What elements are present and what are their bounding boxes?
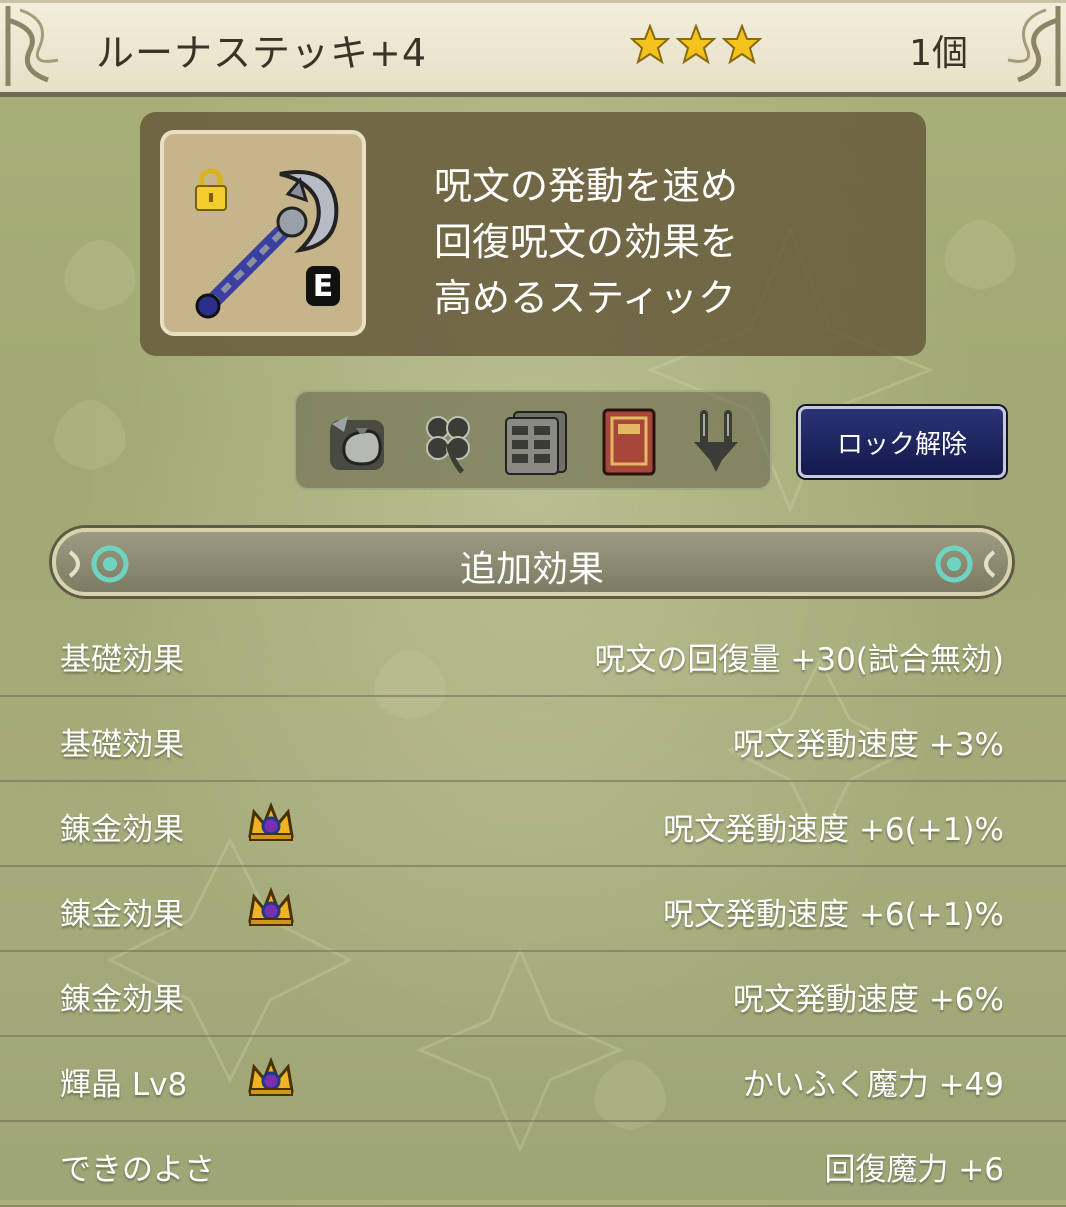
item-name: ルーナステッキ+4 (96, 31, 428, 75)
effect-label: 基礎効果 (60, 642, 184, 678)
corner-ornament-right (1007, 6, 1061, 86)
crown-icon (248, 801, 294, 841)
lock-icon (195, 168, 227, 211)
effect-value: 呪文発動速度 +6(+1)% (663, 897, 1004, 933)
description-line: 高めるスティック (434, 276, 736, 320)
effect-value: 回復魔力 +6 (824, 1152, 1004, 1188)
description-line: 回復呪文の効果を (434, 220, 739, 264)
item-icon-frame: E (160, 130, 366, 336)
effect-value: 呪文発動速度 +6% (732, 982, 1004, 1018)
corner-ornament-left (5, 6, 59, 86)
effect-label: 錬金効果 (60, 982, 184, 1018)
item-description: 呪文の発動を速め 回復呪文の効果を 高めるスティック (434, 158, 738, 326)
effect-row: 錬金効果 呪文発動速度 +6(+1)% (0, 782, 1066, 867)
crown-icon (248, 886, 294, 926)
star-icon (676, 24, 716, 64)
banner-ornament-right (935, 545, 996, 583)
unlock-button[interactable]: ロック解除 (798, 406, 1006, 478)
section-title: 追加効果 (459, 549, 604, 590)
rarity-stars (630, 24, 762, 64)
item-action-bar (294, 390, 772, 490)
effect-value: 呪文発動速度 +3% (732, 727, 1004, 763)
effect-value: 呪文の回復量 +30(試合無効) (594, 642, 1004, 678)
equipped-badge: E (306, 266, 340, 306)
effect-row: 錬金効果 呪文発動速度 +6(+1)% (0, 867, 1066, 952)
item-info-card: E 呪文の発動を速め 回復呪文の効果を 高めるスティック (140, 112, 926, 356)
additional-effects-banner: 追加効果 (52, 528, 1012, 596)
star-icon (630, 24, 670, 64)
storage-icon[interactable] (498, 406, 570, 478)
effect-label: 錬金効果 (60, 812, 184, 848)
book-icon[interactable] (592, 406, 664, 478)
effects-list: 基礎効果 呪文の回復量 +30(試合無効) 基礎効果 呪文発動速度 +3% 錬金… (0, 612, 1066, 1207)
description-line: 呪文の発動を速め (434, 164, 739, 208)
item-header: ルーナステッキ+4 1個 (0, 0, 1066, 97)
effect-label: 錬金効果 (60, 897, 184, 933)
effect-label: 輝晶 Lv8 (60, 1067, 188, 1103)
effect-row: 輝晶 Lv8 かいふく魔力 +49 (0, 1037, 1066, 1122)
sell-bag-icon[interactable] (322, 406, 394, 478)
effect-value: かいふく魔力 +49 (742, 1067, 1004, 1103)
fork-icon[interactable] (680, 406, 752, 478)
item-count: 1個 (909, 33, 968, 74)
crown-icon (248, 1056, 294, 1096)
effect-row: 基礎効果 呪文の回復量 +30(試合無効) (0, 612, 1066, 697)
clover-icon[interactable] (412, 406, 484, 478)
effect-row: 基礎効果 呪文発動速度 +3% (0, 697, 1066, 782)
effect-row: できのよさ 回復魔力 +6 (0, 1122, 1066, 1207)
star-icon (722, 24, 762, 64)
effect-label: できのよさ (60, 1152, 215, 1188)
effect-label: 基礎効果 (60, 727, 184, 763)
effect-row: 錬金効果 呪文発動速度 +6% (0, 952, 1066, 1037)
effect-value: 呪文発動速度 +6(+1)% (663, 812, 1004, 848)
